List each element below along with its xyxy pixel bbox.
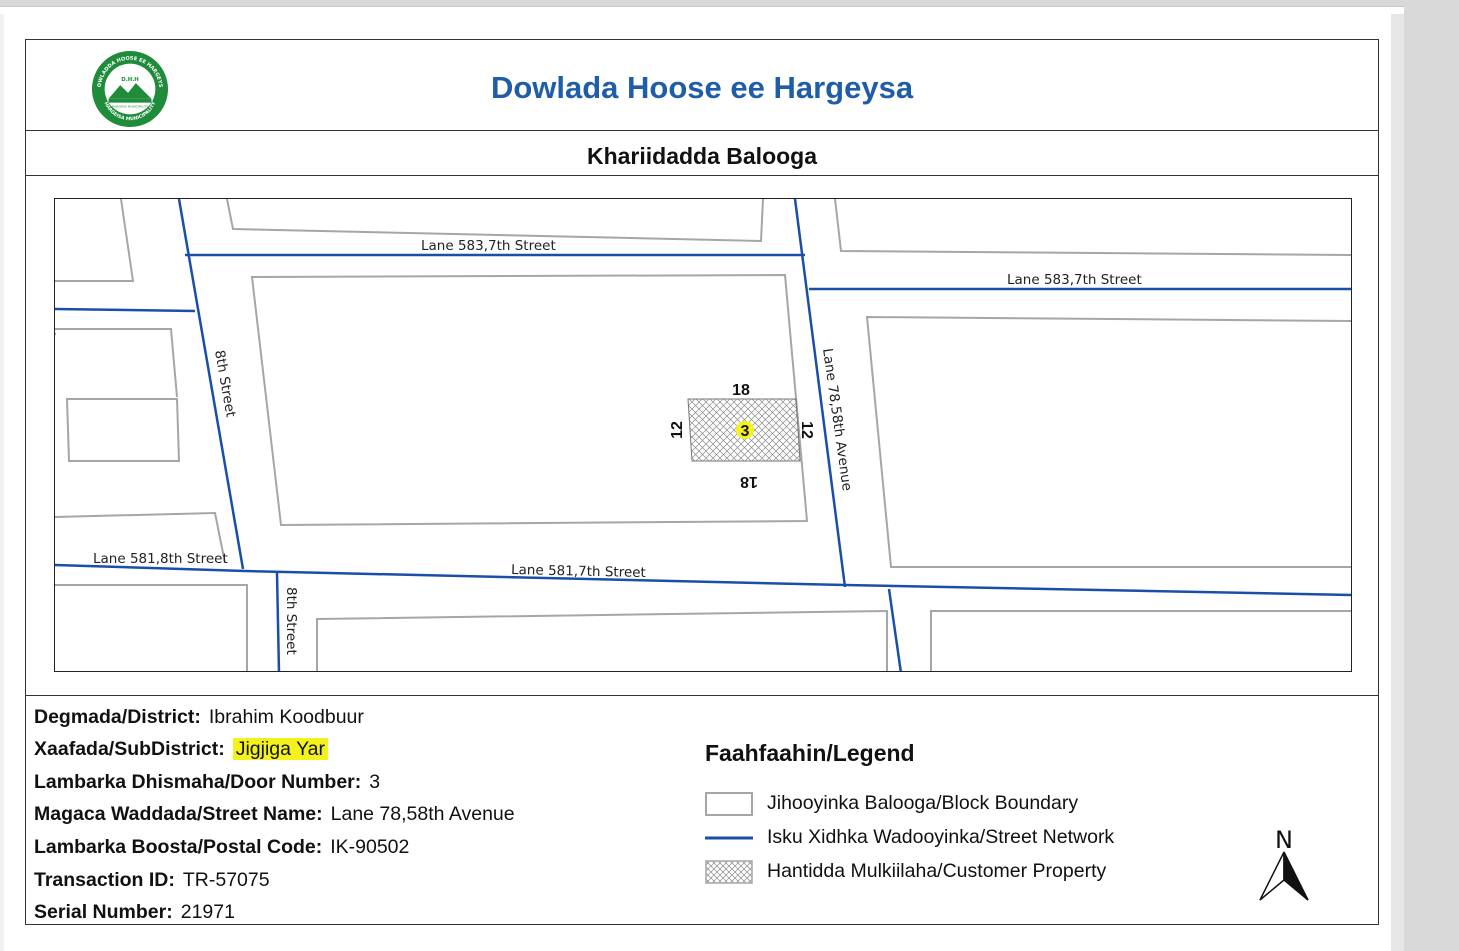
info-district-value: Ibrahim Koodbuur xyxy=(208,706,364,728)
street-label-8th-south: 8th Street xyxy=(283,587,299,655)
viewer-scroll-area[interactable] xyxy=(1404,0,1459,951)
legend-label-street-network: Isku Xidhka Wadooyinka/Street Network xyxy=(767,826,1115,848)
info-transaction-label: Transaction ID: xyxy=(34,869,175,891)
info-subdistrict-label: Xaafada/SubDistrict: xyxy=(34,738,225,760)
info-transaction-value: TR-57075 xyxy=(182,869,270,891)
street-label-lane581-8th: Lane 581,8th Street xyxy=(93,551,228,567)
page-title: Dowlada Hoose ee Hargeysa xyxy=(490,70,914,105)
page-shadow xyxy=(1391,14,1404,951)
info-street-name: Magaca Waddada/Street Name: Lane 78,58th … xyxy=(34,803,515,826)
subtitle-divider xyxy=(26,175,1378,176)
info-street-value: Lane 78,58th Avenue xyxy=(330,803,515,825)
info-serial-number: Serial Number: 21971 xyxy=(34,901,235,924)
parcel-dim-top: 18 xyxy=(732,382,750,399)
map-subtitle: Khariidadda Balooga xyxy=(586,143,818,169)
window-top-border xyxy=(0,6,1459,7)
info-street-label: Magaca Waddada/Street Name: xyxy=(34,803,323,825)
parcel-number: 3 xyxy=(741,423,750,440)
map-sheet: DOWLADDA HOOSE EE HARGEYSA HARGEISA MUNI… xyxy=(25,39,1379,925)
parcel-dim-left: 12 xyxy=(669,421,686,439)
legend-label-block-boundary: Jihooyinka Balooga/Block Boundary xyxy=(767,792,1079,814)
info-door-value: 3 xyxy=(369,771,381,793)
block-boundary-swatch-icon xyxy=(705,792,753,816)
info-serial-label: Serial Number: xyxy=(34,901,173,923)
street-labels: Lane 583,7th Street Lane 583,7th Street … xyxy=(93,238,1142,655)
info-door-number: Lambarka Dhismaha/Door Number: 3 xyxy=(34,771,380,794)
info-district-label: Degmada/District: xyxy=(34,706,201,728)
legend-label-customer-property: Hantidda Mulkiilaha/Customer Property xyxy=(767,860,1107,882)
info-transaction-id: Transaction ID: TR-57075 xyxy=(34,869,270,892)
street-line-swatch-icon xyxy=(705,836,753,840)
legend-title: Faahfaahin/Legend xyxy=(705,740,915,766)
info-postal-value: IK-90502 xyxy=(330,836,410,858)
info-district: Degmada/District: Ibrahim Koodbuur xyxy=(34,706,364,729)
street-label-lane583-west: Lane 583,7th Street xyxy=(421,238,556,254)
info-serial-value: 21971 xyxy=(180,901,235,923)
map-divider xyxy=(26,695,1378,696)
parcel-dim-bottom: 18 xyxy=(740,473,758,490)
map-canvas: 3 18 18 12 12 Lane 583,7th Street Lane 5… xyxy=(55,199,1351,671)
info-postal-code: Lambarka Boosta/Postal Code: IK-90502 xyxy=(34,836,409,859)
block-map[interactable]: 3 18 18 12 12 Lane 583,7th Street Lane 5… xyxy=(54,198,1352,672)
info-postal-label: Lambarka Boosta/Postal Code: xyxy=(34,836,323,858)
north-arrow-icon: N xyxy=(1259,826,1309,901)
header-divider xyxy=(26,130,1378,131)
hatched-property-swatch-icon xyxy=(705,860,753,884)
viewer-left-margin xyxy=(0,14,4,951)
north-label: N xyxy=(1275,826,1293,854)
info-subdistrict-value: Jigjiga Yar xyxy=(232,738,328,760)
street-label-lane581-7th: Lane 581,7th Street xyxy=(511,562,646,581)
info-subdistrict: Xaafada/SubDistrict: Jigjiga Yar xyxy=(34,738,328,761)
parcel-dim-right: 12 xyxy=(798,421,815,439)
street-label-lane583-east: Lane 583,7th Street xyxy=(1007,272,1142,288)
info-door-label: Lambarka Dhismaha/Door Number: xyxy=(34,771,362,793)
